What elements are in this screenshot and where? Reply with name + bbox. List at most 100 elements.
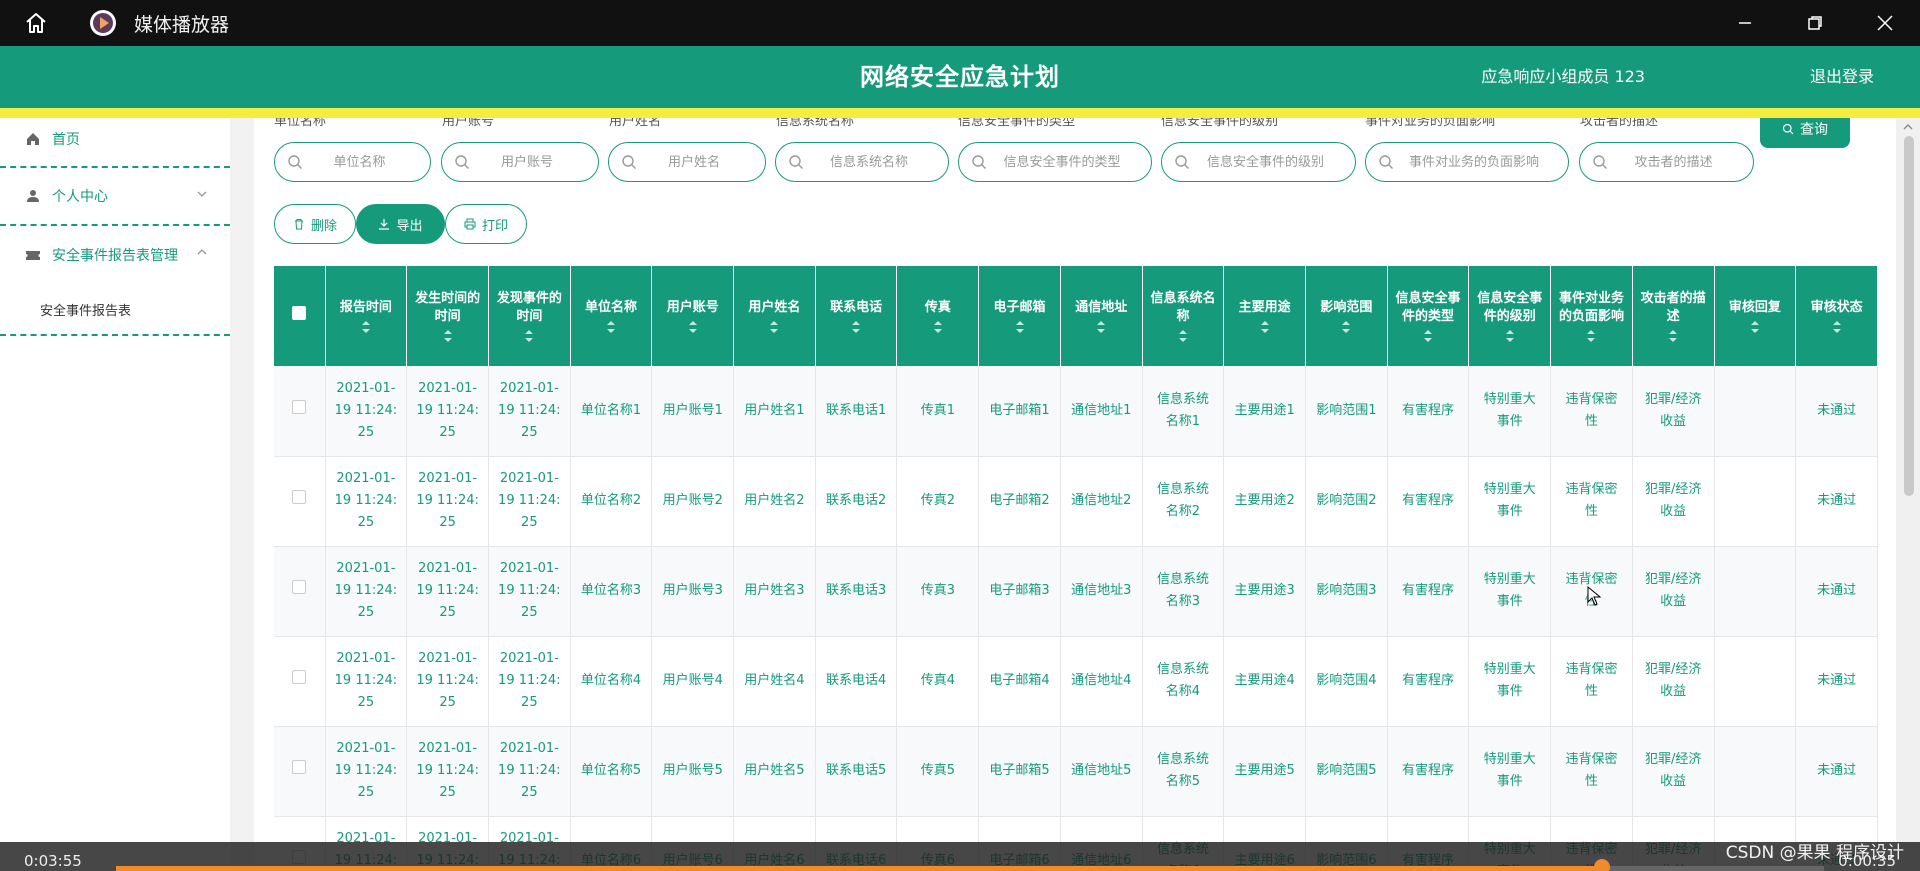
attacker-desc-input[interactable]	[1608, 154, 1753, 170]
column-header[interactable]: 信息安全事件的类型	[1387, 266, 1470, 366]
sort-icon[interactable]	[1178, 330, 1188, 342]
search-icon	[1175, 155, 1189, 169]
filter-attacker-desc[interactable]	[1579, 142, 1754, 182]
column-header[interactable]: 通信地址	[1060, 266, 1143, 366]
sort-icon[interactable]	[361, 321, 371, 333]
search-icon	[1593, 155, 1607, 169]
sidebar-item-home[interactable]: 首页	[0, 112, 230, 168]
column-header[interactable]: 单位名称	[570, 266, 653, 366]
negative-impact-input[interactable]	[1394, 154, 1568, 170]
print-button[interactable]: 打印	[445, 204, 527, 244]
filter-negative-impact[interactable]	[1365, 142, 1569, 182]
column-header[interactable]: 事件对业务的负面影响	[1550, 266, 1633, 366]
column-header[interactable]: 电子邮箱	[978, 266, 1061, 366]
table-cell: 联系电话3	[815, 546, 898, 637]
sort-icon[interactable]	[769, 321, 779, 333]
select-all-checkbox[interactable]	[292, 306, 307, 320]
table-cell: 传真2	[896, 456, 980, 547]
sidebar-item-security-report-management[interactable]: 安全事件报告表管理	[0, 226, 230, 284]
table-row[interactable]: 2021-01-19 11:24:252021-01-19 11:24:2520…	[274, 546, 1878, 637]
sort-icon[interactable]	[1423, 330, 1433, 342]
event-type-input[interactable]	[987, 154, 1151, 170]
printer-icon	[464, 218, 476, 230]
column-header[interactable]: 联系电话	[815, 266, 898, 366]
column-header[interactable]: 用户账号	[651, 266, 735, 366]
column-header-label: 联系电话	[830, 300, 883, 315]
table-row[interactable]: 2021-01-19 11:24:252021-01-19 11:24:2520…	[274, 726, 1878, 817]
sidebar: 首页 个人中心 安全事件报告表管理 安全事件报告表	[0, 118, 230, 871]
column-header[interactable]: 传真	[896, 266, 980, 366]
table-header-row: 报告时间 发生时间的时间 发现事件的时间 单位名称 用户账号 用户姓名 联系电话 传真 电子邮箱…	[274, 266, 1878, 366]
column-header[interactable]: 发生时间的时间	[406, 266, 489, 366]
sort-icon[interactable]	[443, 330, 453, 342]
column-header[interactable]: 报告时间	[325, 266, 408, 366]
filter-event-type[interactable]	[958, 142, 1152, 182]
row-checkbox[interactable]	[292, 580, 307, 594]
table-row[interactable]: 2021-01-19 11:24:252021-01-19 11:24:2520…	[274, 366, 1878, 457]
row-checkbox[interactable]	[292, 490, 307, 504]
filter-unit-name[interactable]	[274, 142, 431, 182]
column-header[interactable]: 影响范围	[1305, 266, 1388, 366]
column-header[interactable]: 主要用途	[1223, 266, 1306, 366]
vertical-scrollbar[interactable]	[1896, 118, 1920, 871]
sort-icon[interactable]	[524, 330, 534, 342]
row-checkbox[interactable]	[292, 399, 307, 414]
minimize-button[interactable]	[1710, 0, 1780, 46]
table-cell: 有害程序	[1387, 456, 1470, 547]
column-header[interactable]: 发现事件的时间	[488, 266, 571, 366]
video-progress-bar[interactable]	[116, 859, 1824, 871]
sort-icon[interactable]	[606, 321, 616, 333]
unit-name-input[interactable]	[303, 154, 430, 170]
sort-icon[interactable]	[851, 321, 861, 333]
sort-icon[interactable]	[1668, 330, 1678, 342]
home-icon[interactable]	[22, 9, 50, 37]
sidebar-subitem-security-report[interactable]: 安全事件报告表	[0, 284, 230, 336]
row-checkbox[interactable]	[292, 670, 307, 684]
row-checkbox[interactable]	[292, 760, 307, 774]
column-header[interactable]: 攻击者的描述	[1632, 266, 1715, 366]
sidebar-item-personal-center[interactable]: 个人中心	[0, 168, 230, 226]
table-cell: 2021-01-19 11:24:25	[325, 636, 408, 727]
sort-icon[interactable]	[688, 321, 698, 333]
table-cell: 单位名称3	[570, 546, 653, 637]
sort-icon[interactable]	[1832, 321, 1842, 333]
scrollbar-thumb[interactable]	[1904, 136, 1914, 496]
table-cell: 2021-01-19 11:24:25	[406, 726, 489, 817]
filter-label-event-level: 信息安全事件的级别	[1161, 118, 1279, 129]
sort-icon[interactable]	[1341, 321, 1351, 333]
system-name-input[interactable]	[804, 154, 948, 170]
sort-icon[interactable]	[1015, 321, 1025, 333]
column-header[interactable]: 信息安全事件的级别	[1468, 266, 1552, 366]
sort-icon[interactable]	[933, 321, 943, 333]
table-cell: 传真1	[896, 366, 980, 457]
column-header[interactable]: 信息系统名称	[1142, 266, 1225, 366]
column-header[interactable]: 审核回复	[1714, 266, 1797, 366]
sort-icon[interactable]	[1750, 321, 1760, 333]
export-button[interactable]: 导出	[356, 204, 445, 244]
filter-system-name[interactable]	[775, 142, 949, 182]
sort-icon[interactable]	[1260, 321, 1270, 333]
event-level-input[interactable]	[1190, 154, 1355, 170]
scroll-up-icon[interactable]	[1902, 122, 1914, 132]
table-row[interactable]: 2021-01-19 11:24:252021-01-19 11:24:2520…	[274, 456, 1878, 547]
logout-button[interactable]: 退出登录	[1810, 46, 1874, 108]
sort-icon[interactable]	[1586, 330, 1596, 342]
filter-event-level[interactable]	[1161, 142, 1356, 182]
filter-label-system-name: 信息系统名称	[776, 118, 855, 129]
video-progress-knob[interactable]	[1593, 859, 1610, 871]
user-account-input[interactable]	[470, 154, 598, 170]
close-button[interactable]	[1850, 0, 1920, 46]
sort-icon[interactable]	[1096, 321, 1106, 333]
table-cell: 单位名称5	[570, 726, 653, 817]
filter-user-account[interactable]	[441, 142, 599, 182]
query-button[interactable]: 查询	[1760, 118, 1850, 148]
restore-button[interactable]	[1780, 0, 1850, 46]
table-row[interactable]: 2021-01-19 11:24:252021-01-19 11:24:2520…	[274, 636, 1878, 727]
column-header[interactable]: 用户姓名	[733, 266, 816, 366]
user-name-input[interactable]	[637, 154, 765, 170]
sort-icon[interactable]	[1505, 330, 1515, 342]
filter-user-name[interactable]	[608, 142, 766, 182]
column-header[interactable]: 审核状态	[1795, 266, 1878, 366]
delete-button[interactable]: 删除	[274, 204, 356, 244]
app-header: 网络安全应急计划 应急响应小组成员 123 退出登录	[0, 46, 1920, 108]
